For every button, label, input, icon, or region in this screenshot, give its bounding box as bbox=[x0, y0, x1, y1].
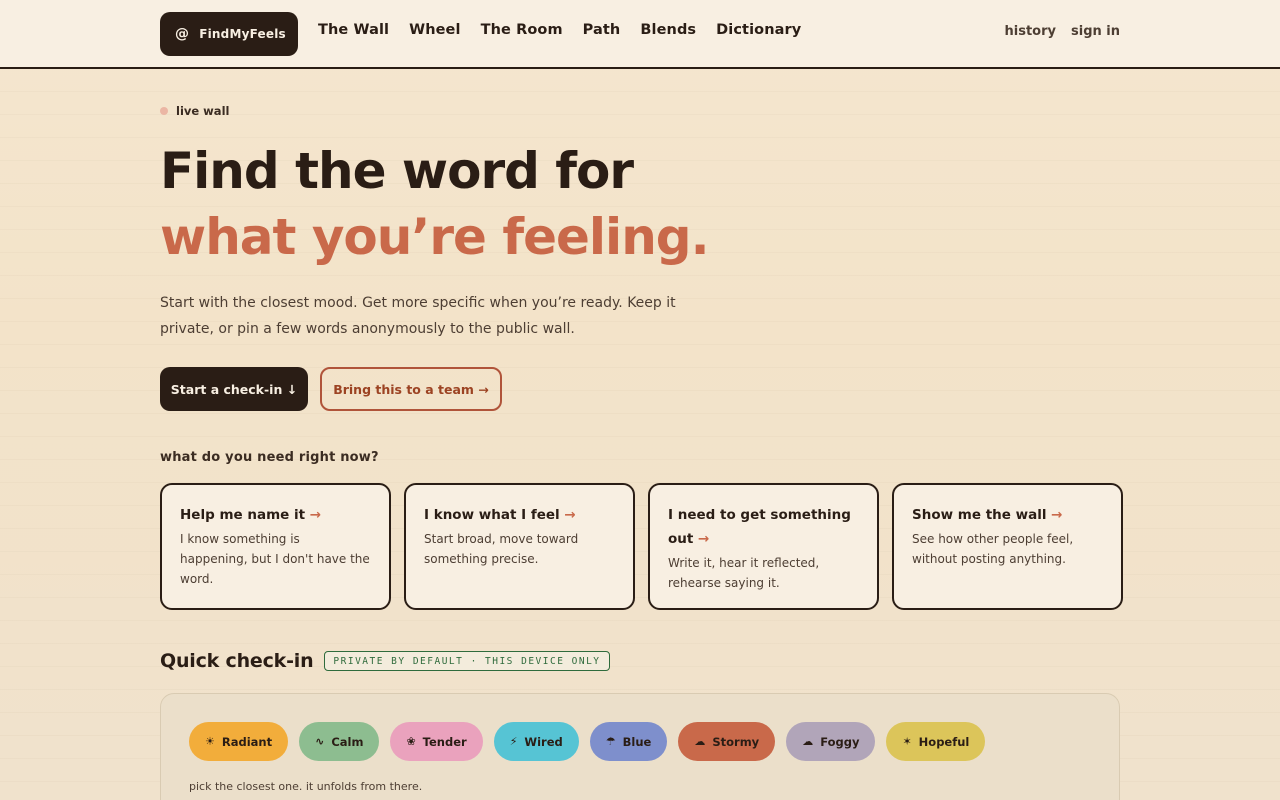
needs-heading: what do you need right now? bbox=[160, 450, 379, 465]
live-wall-label: live wall bbox=[176, 104, 230, 118]
mood-label: Radiant bbox=[221, 734, 273, 749]
card-description: I know something is happening, but I don… bbox=[180, 532, 370, 586]
card-description: Write it, hear it reflected, rehearse sa… bbox=[668, 556, 820, 590]
mood-label: Calm bbox=[331, 734, 364, 749]
mood-chip-wired[interactable]: ⚡ Wired bbox=[493, 722, 579, 761]
account-nav: history sign in bbox=[1005, 24, 1120, 39]
card-i-know-what-i-feel[interactable]: I know what I feel → Start broad, move t… bbox=[404, 483, 635, 610]
sun-icon: ☀ bbox=[205, 735, 215, 748]
nav-blends[interactable]: Blends bbox=[640, 22, 696, 38]
mood-label: Foggy bbox=[820, 734, 860, 749]
wave-icon: ∿ bbox=[315, 735, 325, 748]
quick-check-in-header: Quick check-in PRIVATE BY DEFAULT · THIS… bbox=[160, 650, 610, 672]
privacy-badge: PRIVATE BY DEFAULT · THIS DEVICE ONLY bbox=[324, 651, 610, 671]
arrow-right-icon: → bbox=[564, 507, 576, 523]
sign-in-link[interactable]: sign in bbox=[1071, 24, 1120, 39]
arrow-right-icon: → bbox=[698, 531, 710, 547]
mood-chip-blue[interactable]: ☂ Blue bbox=[589, 722, 668, 761]
nav-dictionary[interactable]: Dictionary bbox=[716, 22, 801, 38]
card-show-me-the-wall[interactable]: Show me the wall → See how other people … bbox=[892, 483, 1123, 610]
live-wall-indicator: live wall bbox=[160, 104, 229, 118]
nav-the-room[interactable]: The Room bbox=[481, 22, 563, 38]
bring-to-team-button[interactable]: Bring this to a team → bbox=[320, 367, 502, 411]
nav-path[interactable]: Path bbox=[583, 22, 621, 38]
card-title: Show me the wall → bbox=[912, 507, 1063, 523]
nav-the-wall[interactable]: The Wall bbox=[318, 22, 389, 38]
mood-chip-hopeful[interactable]: ✶ Hopeful bbox=[886, 722, 986, 761]
card-title: I need to get something out → bbox=[668, 507, 851, 547]
page-title: Find the word for what you’re feeling. bbox=[160, 138, 710, 270]
start-check-in-button[interactable]: Start a check-in ↓ bbox=[160, 367, 308, 411]
mood-label: Stormy bbox=[712, 734, 760, 749]
mood-label: Hopeful bbox=[918, 734, 970, 749]
card-description: See how other people feel, without posti… bbox=[912, 532, 1074, 566]
needs-cards: Help me name it → I know something is ha… bbox=[160, 483, 1123, 610]
hero-description: Start with the closest mood. Get more sp… bbox=[160, 295, 676, 337]
card-get-something-out[interactable]: I need to get something out → Write it, … bbox=[648, 483, 879, 610]
bolt-icon: ⚡ bbox=[509, 735, 518, 748]
main-nav: The Wall Wheel The Room Path Blends Dict… bbox=[318, 22, 821, 38]
mood-label: Blue bbox=[622, 734, 652, 749]
sparkle-icon: ✶ bbox=[902, 735, 912, 748]
spiral-icon: @ bbox=[175, 26, 190, 42]
mood-label: Tender bbox=[422, 734, 467, 749]
card-help-me-name-it[interactable]: Help me name it → I know something is ha… bbox=[160, 483, 391, 610]
arrow-right-icon: → bbox=[309, 507, 322, 523]
mood-chips: ☀ Radiant ∿ Calm ❀ Tender ⚡ Wired ☂ Blue ☁ Stormy ☁ F… bbox=[189, 722, 986, 761]
title-line-1: Find the word for bbox=[160, 142, 634, 200]
storm-cloud-icon: ☁ bbox=[694, 735, 706, 748]
cloud-icon: ☁ bbox=[802, 735, 814, 748]
mood-hint: pick the closest one. it unfolds from th… bbox=[189, 780, 423, 793]
card-title: Help me name it → bbox=[180, 507, 322, 523]
site-header: @ FindMyFeels The Wall Wheel The Room Pa… bbox=[0, 0, 1280, 69]
flower-icon: ❀ bbox=[406, 735, 416, 748]
mood-chip-stormy[interactable]: ☁ Stormy bbox=[678, 722, 776, 761]
umbrella-icon: ☂ bbox=[605, 735, 616, 748]
quick-check-in-panel: ☀ Radiant ∿ Calm ❀ Tender ⚡ Wired ☂ Blue ☁ Stormy ☁ F… bbox=[160, 693, 1120, 800]
brand-logo[interactable]: @ FindMyFeels bbox=[160, 12, 298, 56]
history-link[interactable]: history bbox=[1005, 24, 1056, 39]
card-title: I know what I feel → bbox=[424, 507, 576, 523]
mood-chip-tender[interactable]: ❀ Tender bbox=[390, 722, 483, 761]
mood-label: Wired bbox=[524, 734, 563, 749]
brand-name: FindMyFeels bbox=[199, 27, 286, 41]
quick-check-in-title: Quick check-in bbox=[160, 650, 314, 672]
card-description: Start broad, move toward something preci… bbox=[424, 532, 579, 566]
nav-wheel[interactable]: Wheel bbox=[409, 22, 460, 38]
mood-chip-radiant[interactable]: ☀ Radiant bbox=[189, 722, 289, 761]
mood-chip-calm[interactable]: ∿ Calm bbox=[299, 722, 380, 761]
live-dot-icon bbox=[160, 107, 168, 115]
arrow-right-icon: → bbox=[1051, 507, 1063, 523]
title-line-2: what you’re feeling. bbox=[160, 208, 710, 266]
mood-chip-foggy[interactable]: ☁ Foggy bbox=[786, 722, 876, 761]
